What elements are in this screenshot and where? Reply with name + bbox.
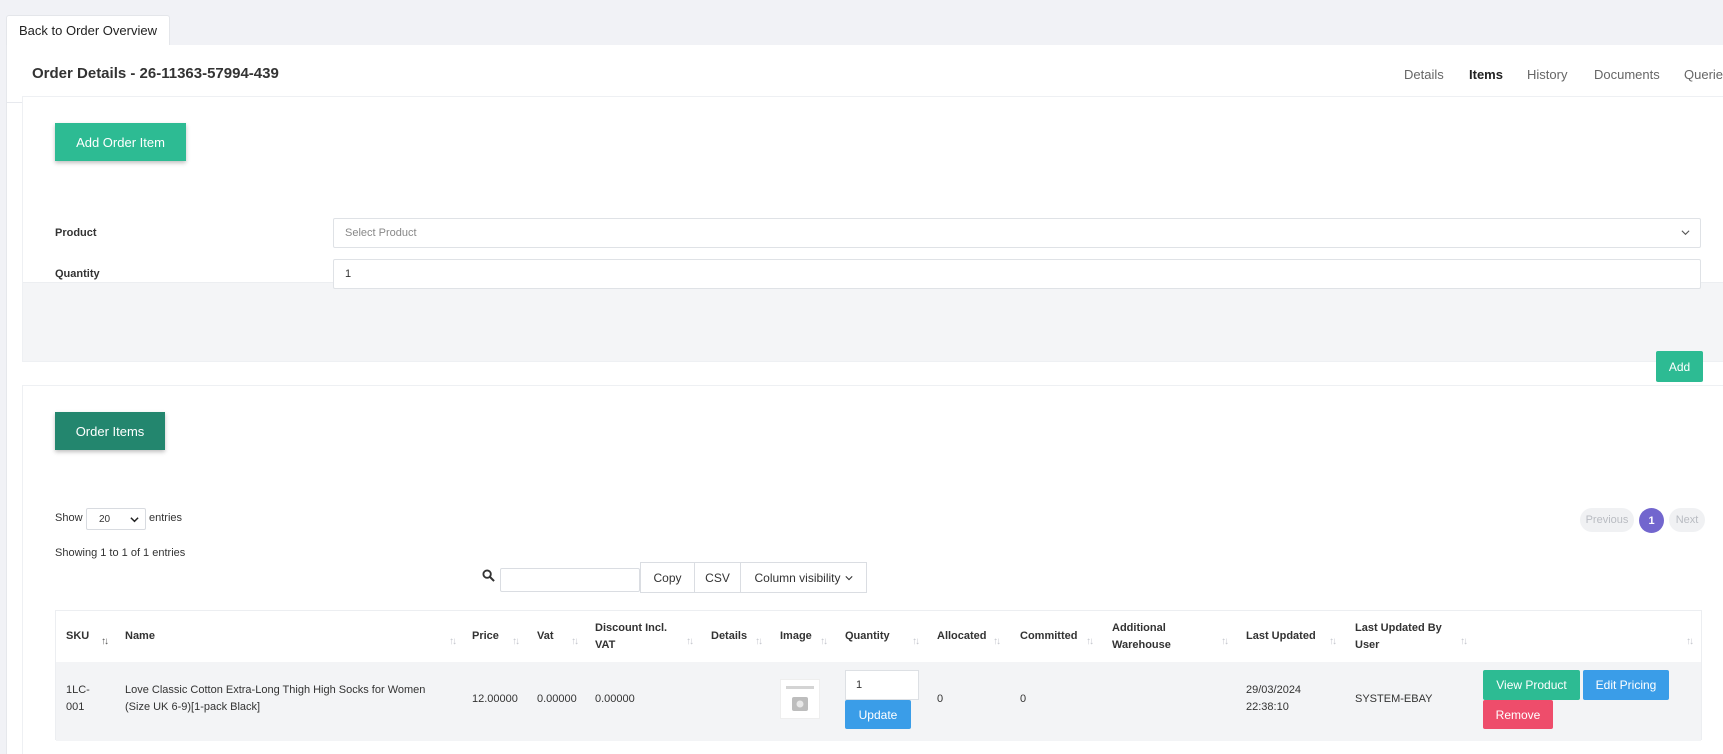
cell-discount: 0.00000 xyxy=(595,693,635,705)
cell-price: 12.00000 xyxy=(472,693,518,705)
csv-button[interactable]: CSV xyxy=(694,562,741,593)
column-header-allocated[interactable]: Allocated xyxy=(937,611,997,662)
add-order-item-footer xyxy=(23,282,1723,361)
tabs: Details Items History Documents Queries xyxy=(7,45,1723,104)
sort-icon: ↑↓ xyxy=(1329,636,1337,647)
column-header-sku[interactable]: SKU xyxy=(66,611,116,662)
column-header-quantity[interactable]: Quantity xyxy=(845,611,900,662)
tab-history[interactable]: History xyxy=(1527,67,1567,82)
column-header-additional-warehouse[interactable]: Additional Warehouse xyxy=(1112,611,1202,662)
cell-committed: 0 xyxy=(1020,693,1027,705)
column-header-actions xyxy=(1483,611,1663,662)
cell-last-updated-by: SYSTEM-EBAY xyxy=(1355,693,1433,705)
table-info: Showing 1 to 1 of 1 entries xyxy=(55,547,186,559)
page-header: Order Details - 26-11363-57994-439 Detai… xyxy=(7,45,1723,104)
copy-button[interactable]: Copy xyxy=(640,562,695,593)
tab-documents[interactable]: Documents xyxy=(1594,67,1660,82)
remove-button[interactable]: Remove xyxy=(1483,700,1553,729)
edit-pricing-button[interactable]: Edit Pricing xyxy=(1583,670,1669,700)
product-image[interactable] xyxy=(780,679,820,719)
column-visibility-button[interactable]: Column visibility xyxy=(740,562,867,593)
page-length-select[interactable]: 20 xyxy=(86,508,146,530)
sort-icon: ↑↓ xyxy=(993,636,1001,647)
sort-icon: ↑↓ xyxy=(1221,636,1229,647)
row-quantity-value: 1 xyxy=(856,679,863,691)
add-button[interactable]: Add xyxy=(1656,351,1703,382)
order-items-title: Order Items xyxy=(55,412,165,450)
table-row: 1LC-001 Love Classic Cotton Extra-Long T… xyxy=(56,662,1701,741)
sort-icon: ↑↓ xyxy=(449,636,457,647)
cell-vat: 0.00000 xyxy=(537,693,577,705)
sort-icon: ↑↓ xyxy=(1686,636,1694,647)
column-header-committed[interactable]: Committed xyxy=(1020,611,1090,662)
pager-current-page[interactable]: 1 xyxy=(1639,508,1664,533)
tab-details[interactable]: Details xyxy=(1404,67,1444,82)
table-search-input[interactable] xyxy=(500,568,640,592)
image-placeholder-icon xyxy=(786,686,814,711)
sort-icon: ↑↓ xyxy=(512,636,520,647)
sort-icon: ↑↓ xyxy=(101,636,109,647)
view-product-button[interactable]: View Product xyxy=(1483,670,1580,700)
chevron-down-icon xyxy=(130,517,139,523)
chevron-down-icon xyxy=(1681,230,1690,236)
sort-icon: ↑↓ xyxy=(1086,636,1094,647)
column-header-details[interactable]: Details xyxy=(711,611,761,662)
sort-icon: ↑↓ xyxy=(1460,636,1468,647)
add-order-item-title: Add Order Item xyxy=(55,123,186,161)
quantity-label: Quantity xyxy=(55,268,100,280)
sort-icon: ↑↓ xyxy=(686,636,694,647)
column-header-name[interactable]: Name xyxy=(125,611,425,662)
sort-icon: ↑↓ xyxy=(755,636,763,647)
order-items-table: SKU ↑↓ Name ↑↓ Price ↑↓ Vat ↑↓ Discount … xyxy=(55,610,1702,741)
quantity-input[interactable]: 1 xyxy=(333,259,1701,289)
column-header-last-updated-by[interactable]: Last Updated By User xyxy=(1355,611,1465,662)
cell-allocated: 0 xyxy=(937,693,944,705)
pager-next[interactable]: Next xyxy=(1669,508,1705,532)
tab-items[interactable]: Items xyxy=(1469,67,1503,82)
product-label: Product xyxy=(55,227,97,239)
chevron-down-icon xyxy=(844,575,853,580)
show-label: Show xyxy=(55,512,83,524)
sort-icon: ↑↓ xyxy=(912,636,920,647)
sort-icon: ↑↓ xyxy=(820,636,828,647)
entries-label: entries xyxy=(149,512,183,524)
column-header-image[interactable]: Image xyxy=(780,611,820,662)
tab-queries[interactable]: Queries xyxy=(1684,67,1723,82)
cell-last-updated: 29/03/2024 22:38:10 xyxy=(1246,684,1302,713)
pager-previous[interactable]: Previous xyxy=(1580,508,1634,532)
sort-icon: ↑↓ xyxy=(571,636,579,647)
column-header-discount[interactable]: Discount Incl. VAT xyxy=(595,611,685,662)
column-header-last-updated[interactable]: Last Updated xyxy=(1246,611,1336,662)
column-visibility-label: Column visibility xyxy=(754,570,841,585)
row-quantity-input[interactable]: 1 xyxy=(845,670,919,700)
cell-name: Love Classic Cotton Extra-Long Thigh Hig… xyxy=(125,684,426,713)
back-to-order-overview-button[interactable]: Back to Order Overview xyxy=(6,15,170,45)
product-placeholder: Select Product xyxy=(345,227,417,239)
product-select[interactable]: Select Product xyxy=(333,218,1701,248)
update-quantity-button[interactable]: Update xyxy=(845,700,911,729)
cell-sku: 1LC-001 xyxy=(66,684,90,713)
quantity-value: 1 xyxy=(345,268,352,280)
page-length-value: 20 xyxy=(99,513,111,525)
search-icon xyxy=(482,569,495,582)
